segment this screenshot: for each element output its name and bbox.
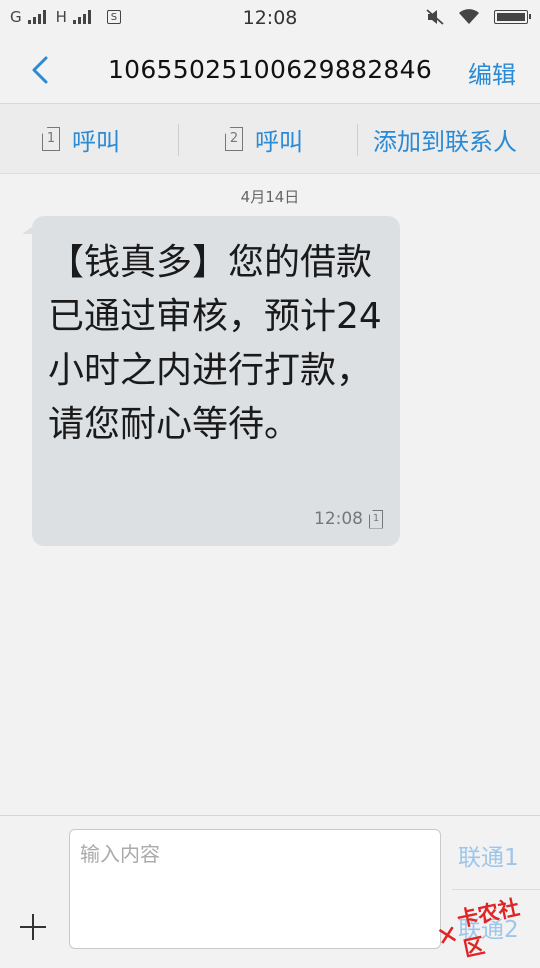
status-bar: G H S 12:08 [0, 0, 540, 36]
add-to-contacts-label: 添加到联系人 [373, 127, 517, 156]
message-text: 【钱真多】您的借款已通过审核，预计24小时之内进行打款，请您耐心等待。 [48, 242, 382, 445]
divider [357, 124, 358, 156]
sim2-icon: 2 [225, 127, 243, 151]
message-time: 12:08 [314, 509, 363, 529]
mute-icon [426, 9, 444, 25]
call-sim2-button[interactable]: 2 呼叫 [225, 104, 303, 174]
date-separator: 4月14日 [240, 188, 300, 206]
conversation-header: 10655025100629882846 编辑 [0, 36, 540, 104]
status-right [426, 9, 531, 25]
edit-button[interactable]: 编辑 [468, 55, 516, 90]
wifi-icon [459, 9, 479, 24]
action-bar: 1 呼叫 2 呼叫 添加到联系人 [0, 104, 540, 174]
call-sim2-label: 呼叫 [255, 127, 303, 156]
send-sim1-button[interactable]: 联通1 [458, 838, 519, 872]
call-sim1-label: 呼叫 [72, 127, 120, 156]
battery-icon [494, 10, 531, 24]
divider [178, 124, 179, 156]
sim1-icon: 1 [42, 127, 60, 151]
add-to-contacts-button[interactable]: 添加到联系人 [373, 104, 517, 174]
message-input[interactable]: 输入内容 [69, 829, 441, 949]
call-sim1-button[interactable]: 1 呼叫 [42, 104, 120, 174]
message-sim-icon: 1 [369, 509, 383, 529]
add-attachment-icon[interactable] [20, 914, 46, 940]
message-meta: 12:08 1 [314, 509, 383, 529]
page-title: 10655025100629882846 [107, 55, 433, 84]
